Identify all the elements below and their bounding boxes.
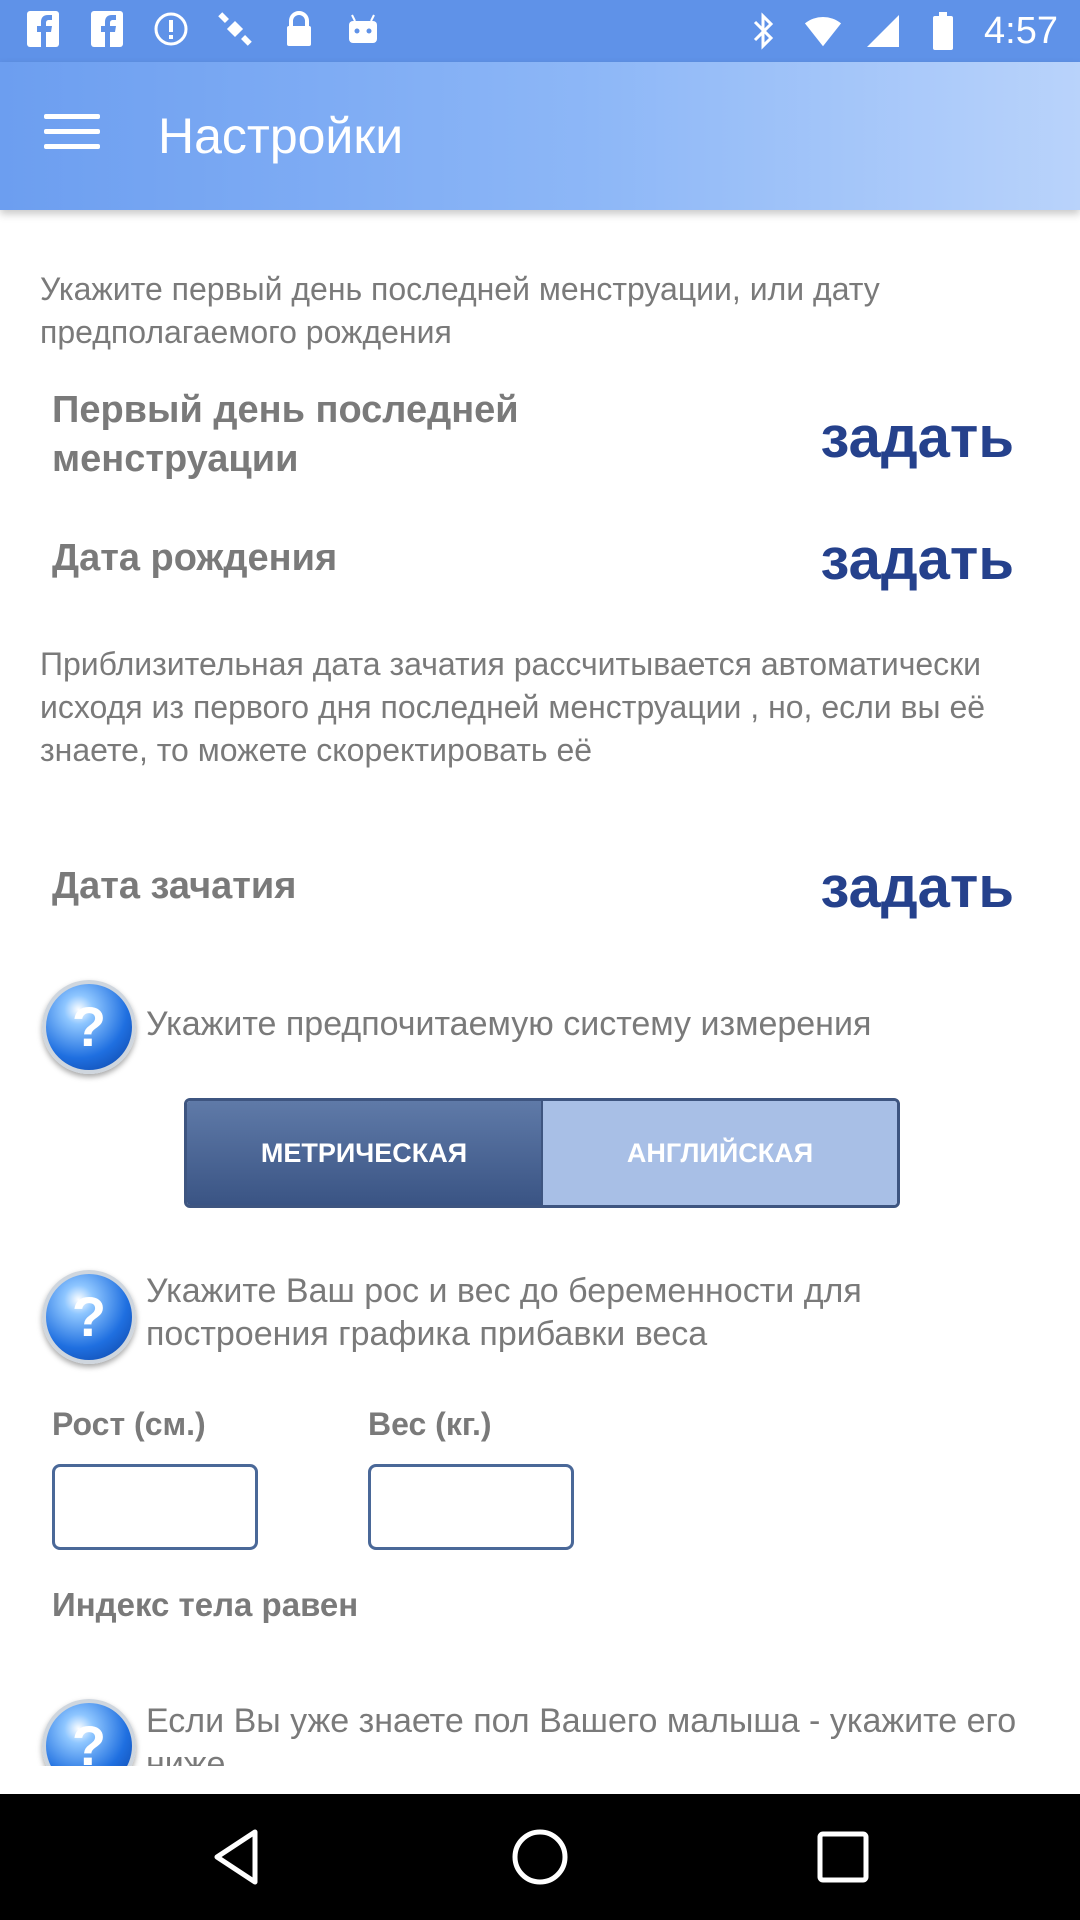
facebook-icon <box>88 8 126 50</box>
help-question-icon[interactable]: ? <box>42 1270 136 1364</box>
signal-icon <box>864 10 902 52</box>
hamburger-menu-icon[interactable] <box>44 114 100 158</box>
set-birth-date-button[interactable]: задать <box>821 526 1014 593</box>
android-icon <box>344 8 382 50</box>
app-bar: Настройки <box>0 62 1080 210</box>
status-bar: 4:57 <box>0 0 1080 62</box>
satellite-icon <box>216 8 254 50</box>
back-icon[interactable] <box>203 1822 273 1892</box>
alert-icon <box>152 8 190 50</box>
gender-hint: Если Вы уже знаете пол Вашего малыша - у… <box>146 1702 1017 1766</box>
conception-date-label: Дата зачатия <box>52 865 297 907</box>
birth-date-label: Дата рождения <box>52 537 338 579</box>
set-lmp-button[interactable]: задать <box>821 404 1014 471</box>
recent-apps-icon[interactable] <box>808 1822 878 1892</box>
weight-label: Вес (кг.) <box>368 1406 492 1442</box>
lmp-hint: Укажите первый день последней менструаци… <box>40 271 880 350</box>
clock: 4:57 <box>984 10 1058 52</box>
lmp-label: Первый день последней менструации <box>52 389 519 480</box>
page-title: Настройки <box>158 108 404 164</box>
height-label: Рост (см.) <box>52 1406 206 1442</box>
height-input[interactable] <box>52 1464 258 1550</box>
bluetooth-icon <box>744 10 782 52</box>
units-hint: Укажите предпочитаемую систему измерения <box>146 1005 872 1043</box>
set-conception-date-button[interactable]: задать <box>821 854 1014 921</box>
units-toggle[interactable]: МЕТРИЧЕСКАЯ АНГЛИЙСКАЯ <box>184 1098 900 1208</box>
settings-content[interactable]: Укажите первый день последней менструаци… <box>0 210 1080 1766</box>
navigation-bar <box>0 1794 1080 1920</box>
battery-icon <box>924 10 962 52</box>
wifi-icon <box>804 10 842 52</box>
home-icon[interactable] <box>505 1822 575 1892</box>
units-metric-button[interactable]: МЕТРИЧЕСКАЯ <box>187 1101 541 1205</box>
facebook-icon <box>24 8 62 50</box>
help-question-icon[interactable]: ? <box>42 1699 136 1766</box>
help-question-icon[interactable]: ? <box>42 980 136 1074</box>
weight-input[interactable] <box>368 1464 574 1550</box>
units-imperial-button[interactable]: АНГЛИЙСКАЯ <box>541 1101 897 1205</box>
conception-hint: Приблизительная дата зачатия рассчитывае… <box>40 646 986 768</box>
lock-icon <box>280 8 318 50</box>
height-weight-hint: Укажите Ваш рос и вес до беременности дл… <box>146 1272 862 1353</box>
bmi-label: Индекс тела равен <box>52 1586 359 1623</box>
